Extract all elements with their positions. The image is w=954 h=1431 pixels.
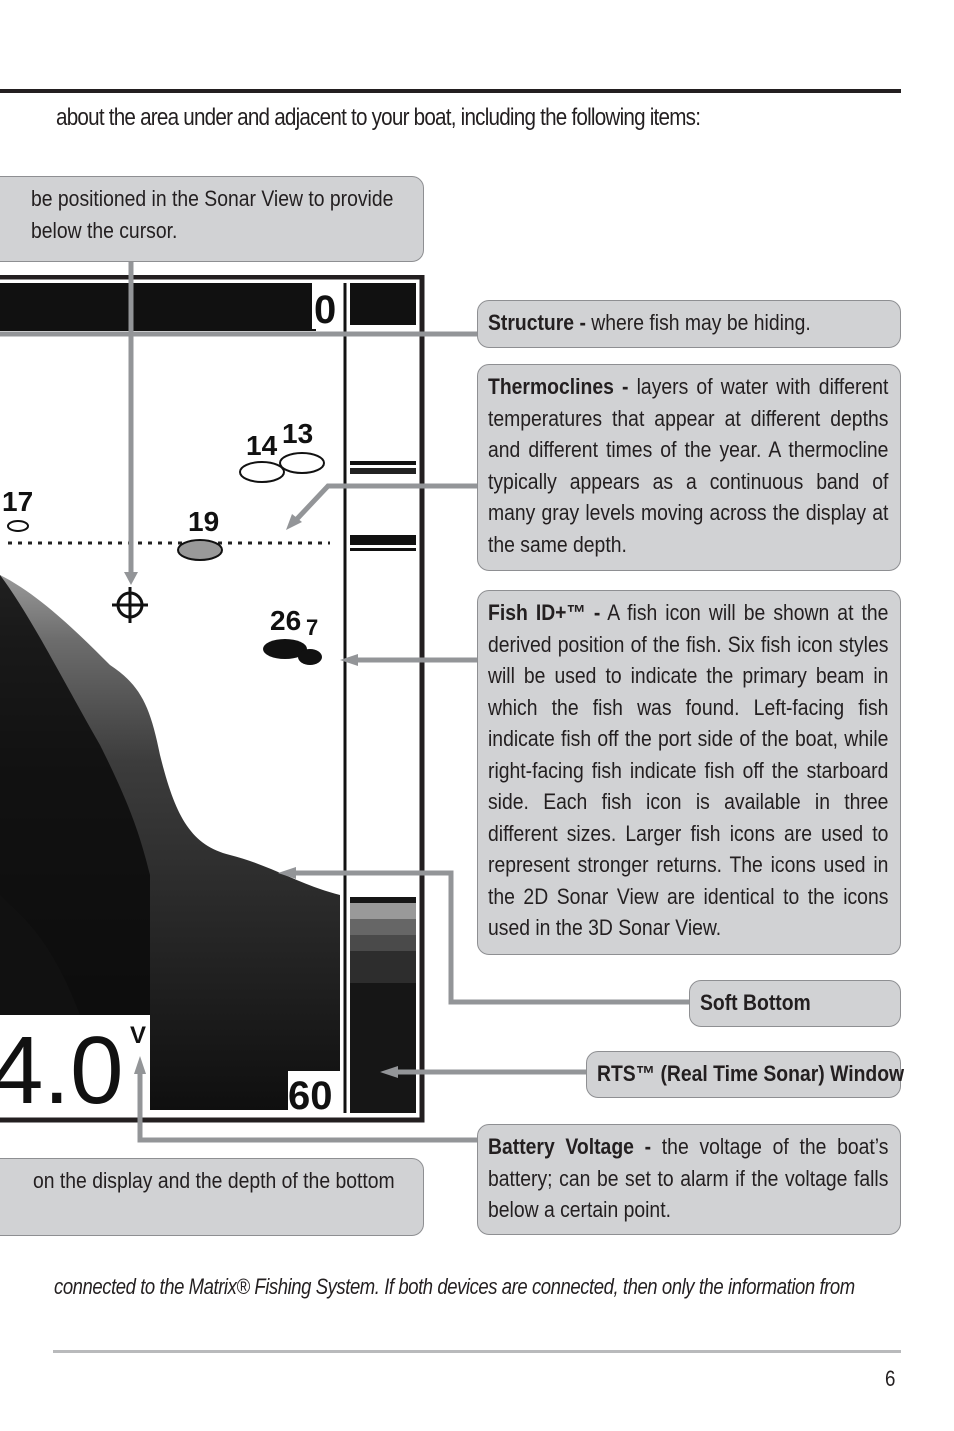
callout-soft-bottom-term: Soft Bottom: [700, 990, 811, 1015]
callout-fish-id: Fish ID+™ - A fish icon will be shown at…: [477, 590, 901, 955]
callout-rts-window: RTS™ (Real Time Sonar) Window: [586, 1051, 905, 1098]
header-rule: [0, 89, 901, 93]
callout-soft-bottom: Soft Bottom: [689, 980, 901, 1027]
sonar-display: 17 19 14 13 26 7 0 60 4.0 V: [0, 275, 427, 1124]
callout-battery-term: Battery Voltage -: [488, 1134, 652, 1159]
footnote-text: connected to the Matrix® Fishing System.…: [54, 1274, 855, 1299]
fish-label-17: 17: [2, 486, 33, 517]
top-depth-readout: 0: [314, 288, 336, 332]
footer-rule: [53, 1350, 901, 1353]
fish-label-14: 14: [246, 430, 278, 461]
callout-cursor: be positioned in the Sonar View to provi…: [0, 176, 424, 262]
callout-depth-line1: on the display and the depth of the bott…: [33, 1168, 395, 1193]
fish-icon-19: [177, 539, 223, 561]
page-number: 6: [885, 1366, 896, 1391]
callout-fish-id-desc: A fish icon will be shown at the derived…: [488, 600, 889, 940]
intro-text: about the area under and adjacent to you…: [56, 104, 701, 131]
rts-band-4: [350, 548, 416, 551]
callout-thermoclines-desc: layers of water with different temperatu…: [488, 374, 889, 557]
callout-depth: on the display and the depth of the bott…: [0, 1158, 424, 1236]
voltage-unit: V: [130, 1022, 146, 1049]
voltage-readout: 4.0: [0, 1017, 123, 1124]
rts-band-2: [350, 468, 416, 474]
fish-label-13: 13: [282, 418, 313, 449]
surface-clutter: [0, 283, 316, 331]
callout-thermoclines: Thermoclines - layers of water with diff…: [477, 364, 901, 571]
fish-label-7: 7: [306, 615, 318, 640]
rts-band-1: [350, 461, 416, 465]
fish-label-19: 19: [188, 506, 219, 537]
callout-fish-id-term: Fish ID+™ -: [488, 600, 601, 625]
rts-band-3: [350, 535, 416, 545]
callout-structure-desc: where fish may be hiding.: [585, 310, 811, 335]
callout-battery-voltage: Battery Voltage - the voltage of the boa…: [477, 1124, 901, 1235]
callout-thermoclines-term: Thermoclines -: [488, 374, 629, 399]
rts-window-top: [350, 283, 416, 325]
callout-rts-term: RTS™ (Real Time Sonar) Window: [597, 1061, 905, 1086]
callout-cursor-line2: below the cursor.: [31, 217, 178, 243]
fish-label-26: 26: [270, 605, 301, 636]
fish-icon-7: [298, 649, 322, 665]
callout-structure-term: Structure -: [488, 310, 586, 335]
callout-structure: Structure - where fish may be hiding.: [477, 300, 901, 348]
bottom-depth-readout: 60: [288, 1074, 333, 1118]
callout-cursor-line1: be positioned in the Sonar View to provi…: [31, 186, 394, 211]
